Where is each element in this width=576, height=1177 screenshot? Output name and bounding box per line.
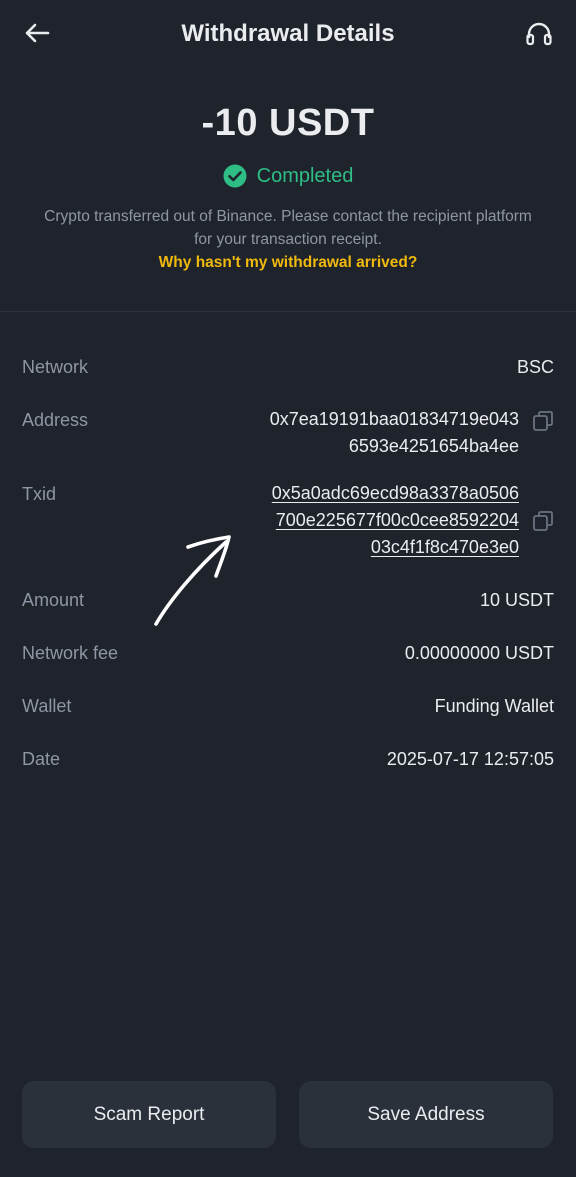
withdrawal-amount: -10 USDT: [201, 102, 375, 144]
page-title: Withdrawal Details: [181, 20, 395, 47]
address-line-1: 0x7ea19191baa01834719e043: [269, 409, 519, 429]
txid-label: Txid: [22, 484, 57, 504]
wallet-label: Wallet: [22, 696, 72, 716]
annotation-arrow: [154, 535, 231, 626]
wallet-value: Funding Wallet: [434, 696, 554, 716]
divider: [0, 311, 576, 312]
date-value: 2025-07-17 12:57:05: [386, 749, 554, 769]
headset-icon: [526, 22, 552, 46]
amount-label: Amount: [22, 590, 85, 610]
txid-line-2[interactable]: 700e225677f00c0cee8592204: [272, 507, 519, 534]
txid-line-1[interactable]: 0x5a0adc69ecd98a3378a0506: [272, 480, 519, 507]
date-label: Date: [22, 749, 61, 769]
save-address-button[interactable]: Save Address: [299, 1081, 553, 1148]
status-description: Crypto transferred out of Binance. Pleas…: [44, 208, 532, 248]
status-text: Completed: [256, 164, 354, 187]
address-label: Address: [22, 410, 89, 430]
status-badge: Completed: [0, 164, 576, 188]
support-button[interactable]: [522, 18, 556, 50]
network-fee-label: Network fee: [22, 643, 119, 663]
scam-report-button[interactable]: Scam Report: [22, 1081, 276, 1148]
txid-link[interactable]: 0x5a0adc69ecd98a3378a0506 700e225677f00c…: [272, 480, 519, 561]
address-line-2: 6593e4251654ba4ee: [348, 436, 519, 456]
check-circle-icon: [223, 164, 247, 188]
top-bar: Withdrawal Details: [0, 0, 576, 68]
copy-address-icon[interactable]: [532, 410, 554, 432]
network-fee-value: 0.00000000 USDT: [404, 643, 554, 663]
amount-value: 10 USDT: [479, 590, 554, 610]
network-label: Network: [22, 357, 89, 377]
copy-txid-icon[interactable]: [532, 510, 554, 532]
network-value: BSC: [516, 357, 554, 377]
txid-line-3[interactable]: 03c4f1f8c470e3e0: [272, 534, 519, 561]
withdrawal-help-link[interactable]: Why hasn't my withdrawal arrived?: [0, 254, 576, 272]
address-value: 0x7ea19191baa01834719e043 6593e4251654ba…: [270, 406, 519, 460]
